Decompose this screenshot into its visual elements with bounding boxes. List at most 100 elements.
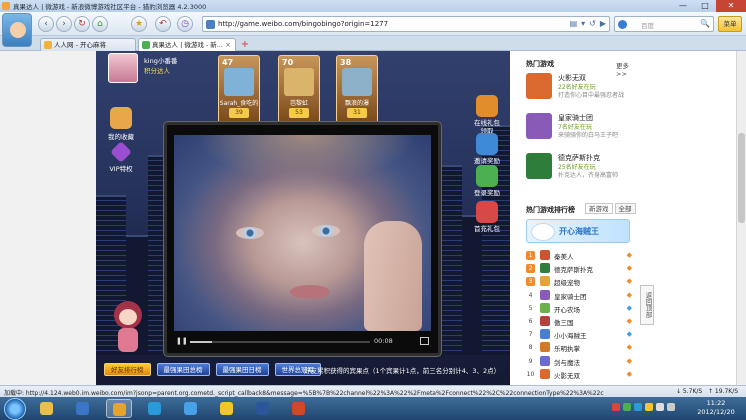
rank-row[interactable]: 3 超级宠物 ◆ [526,275,634,288]
refresh-button[interactable]: ↻ [74,16,90,32]
taskbar-app-button[interactable] [70,399,96,418]
system-clock[interactable]: 11:22 2012/12/20 [696,399,736,417]
undo-close-button[interactable]: ↶ [155,16,171,32]
rank-game-name[interactable]: 德克萨斯扑克 [554,264,593,274]
game-thumbnail[interactable] [526,113,552,139]
bookmark-icon[interactable] [110,107,132,129]
go-icon[interactable]: ▶ [600,19,606,28]
video-frame[interactable] [174,135,431,331]
rank-game-name[interactable]: 皇家骑士团 [554,291,587,301]
rank-row[interactable]: 10 火影无双 ◆ [526,368,634,381]
taskbar-app-button[interactable] [286,399,312,418]
minimize-button[interactable]: — [672,0,694,12]
login-reward-label[interactable]: 登录奖励 [466,187,508,197]
close-button[interactable]: ✕ [716,0,746,12]
invite-reward-label[interactable]: 邀请奖励 [466,155,508,165]
search-engine-icon[interactable] [618,20,627,29]
game-icon[interactable] [540,342,550,353]
dropdown-icon[interactable]: ▾ [581,19,585,28]
url-text[interactable]: http://game.weibo.com/bingobingo?origin=… [218,20,388,28]
back-button[interactable]: ‹ [38,16,54,32]
tray-icon[interactable] [612,403,620,411]
game-icon[interactable] [540,329,550,340]
rank-game-name[interactable]: 乐明执掌 [554,343,580,353]
start-button[interactable] [4,398,26,420]
game-thumbnail[interactable] [526,73,552,99]
gift-icon[interactable] [476,95,498,117]
rank-game-name[interactable]: 火影无双 [554,370,580,380]
rank-game-name[interactable]: 开心农场 [554,304,580,314]
rank-row[interactable]: 5 开心农场 ◆ [526,302,634,315]
rank-game-name[interactable]: 剑与魔法 [554,357,580,367]
home-button[interactable]: ⌂ [92,16,108,32]
favorites-button[interactable]: ★ [131,16,147,32]
volume-icon[interactable] [667,403,675,411]
history-button[interactable]: ◷ [177,16,193,32]
taskbar-app-button[interactable] [106,399,132,418]
game-icon[interactable] [540,263,550,274]
player-profile[interactable]: king小番番 积分达人 [108,53,208,87]
reload-icon[interactable]: ↺ [589,19,596,28]
maximize-button[interactable]: □ [694,0,716,12]
friend-rank-button[interactable]: 好友排行榜 [104,363,151,376]
rank-game-name[interactable]: 秦美人 [554,251,574,261]
field-total-rank-button[interactable]: 最强果田总榜 [156,363,210,376]
tray-icon[interactable] [623,403,631,411]
tray-icon[interactable] [645,403,653,411]
menu-button[interactable]: 菜单 [718,16,742,32]
tab-weibo-game[interactable]: 真果达人 | 微游戏 - 新... × [138,38,236,51]
hot-game-item[interactable]: 火影无双 22名好友在玩 打造你心目中最强忍者战 [526,71,638,99]
friend-card[interactable]: 47 Sarah_食吃的猫 39 [218,55,260,123]
taskbar-app-button[interactable] [34,399,60,418]
rank-row[interactable]: 2 德克萨斯扑克 ◆ [526,262,634,275]
network-icon[interactable] [656,403,664,411]
rank-row[interactable]: 1 秦美人 ◆ [526,249,634,262]
tab-new-games[interactable]: 新游戏 [585,203,613,214]
promo-banner[interactable]: 开心海贼王 [526,219,630,243]
rank-game-name[interactable]: 超级宠物 [554,277,580,287]
search-icon[interactable]: 🔍 [700,19,710,28]
rank-row[interactable]: 6 傲三国 ◆ [526,315,634,328]
pause-icon[interactable]: ❚❚ [176,337,188,346]
taskbar-app-button[interactable] [142,399,168,418]
video-ad-player[interactable]: ❚❚ 00:08 [164,122,441,356]
user-avatar[interactable] [2,13,32,47]
tab-all-games[interactable]: 全部 [614,203,636,214]
invite-icon[interactable] [476,133,498,155]
tab-close-icon[interactable]: × [225,39,231,51]
rank-row[interactable]: 8 乐明执掌 ◆ [526,341,634,354]
favorites-label[interactable]: 我的收藏 [101,131,141,141]
taskbar-app-button[interactable] [178,399,204,418]
first-charge-label[interactable]: 首充礼包 [466,223,508,233]
new-tab-button[interactable]: + [238,39,252,51]
game-icon[interactable] [540,289,550,300]
friend-card[interactable]: 70 芭黎虹 53 [278,55,320,123]
player-avatar[interactable] [108,53,138,83]
field-daily-rank-button[interactable]: 最强果田日榜 [215,363,269,376]
game-canvas[interactable]: king小番番 积分达人 我的收藏 VIP特权 47 Sarah_食吃的猫 39… [96,51,510,385]
vip-label[interactable]: VIP特权 [101,163,141,173]
rank-game-name[interactable]: 小小海贼王 [554,330,587,340]
video-progress-bar[interactable] [190,341,370,343]
rank-row[interactable]: 4 皇家骑士团 ◆ [526,289,634,302]
back-to-top-tab[interactable]: 返回顶部 [640,285,654,325]
scrollbar-thumb[interactable] [738,133,745,223]
fullscreen-icon[interactable] [420,337,429,345]
game-icon[interactable] [540,250,550,260]
address-bar[interactable]: http://game.weibo.com/bingobingo?origin=… [202,16,610,32]
tab-renren-mahjong[interactable]: 人人网 - 开心麻将 [40,38,136,51]
rank-row[interactable]: 9 剑与魔法 ◆ [526,355,634,368]
forward-button[interactable]: › [56,16,72,32]
game-icon[interactable] [540,302,550,313]
search-box[interactable]: 百度 🔍 [614,16,714,32]
rank-game-name[interactable]: 傲三国 [554,317,574,327]
first-charge-icon[interactable] [476,201,498,223]
compat-mode-icon[interactable]: ▤ [570,19,578,28]
taskbar-app-button[interactable] [250,399,276,418]
friend-card[interactable]: 38 飘浪的瀑 31 [336,55,378,123]
vip-diamond-icon[interactable] [110,141,132,163]
hot-game-item[interactable]: 德克萨斯扑克 25名好友在玩 扑克达人，齐身高富帅 [526,151,638,179]
tray-icon[interactable] [634,403,642,411]
game-icon[interactable] [540,355,550,366]
game-thumbnail[interactable] [526,153,552,179]
